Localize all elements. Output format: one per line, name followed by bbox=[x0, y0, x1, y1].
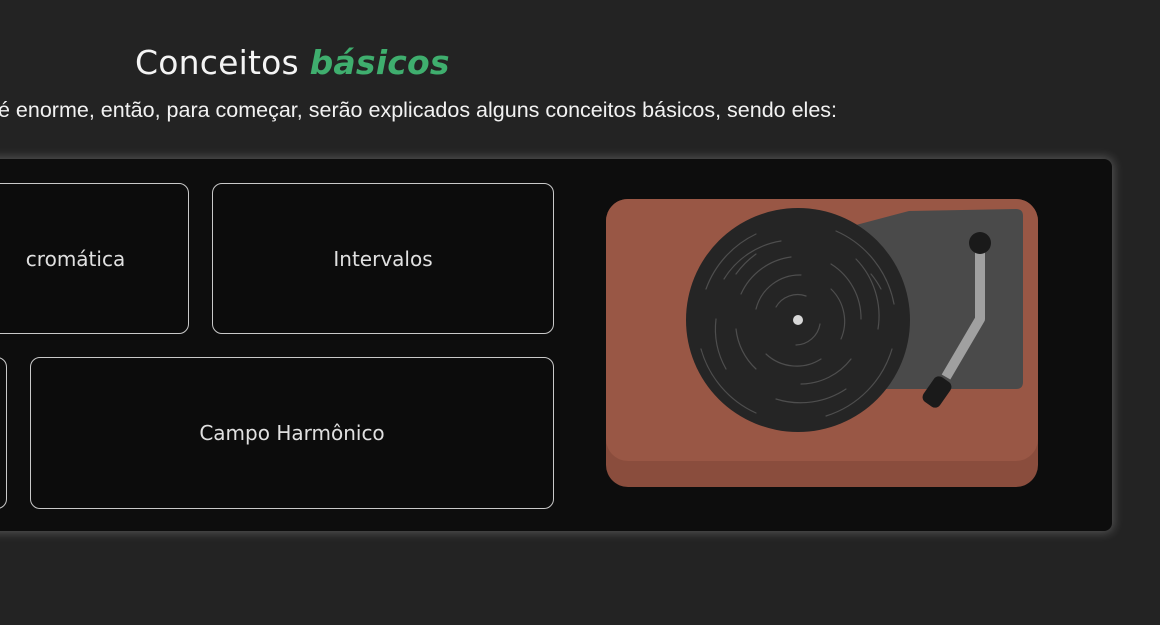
concept-card-hidden-left[interactable] bbox=[0, 357, 7, 509]
record-player-icon bbox=[606, 199, 1038, 487]
concept-card-label: Campo Harmônico bbox=[199, 421, 385, 445]
concept-card-chromatic-scale[interactable]: cromática bbox=[0, 183, 189, 334]
vinyl-spindle bbox=[793, 315, 803, 325]
section-title: Conceitos básicos bbox=[135, 43, 450, 82]
section-title-prefix: Conceitos bbox=[135, 43, 299, 82]
concept-card-harmonic-field[interactable]: Campo Harmônico bbox=[30, 357, 554, 509]
concept-card-label: cromática bbox=[25, 246, 126, 271]
page: Conceitos básicos é enorme, então, para … bbox=[0, 0, 1160, 625]
concept-card-intervals[interactable]: Intervalos bbox=[212, 183, 554, 334]
section-title-accent: básicos bbox=[309, 43, 450, 82]
concept-card-label: Intervalos bbox=[333, 246, 433, 271]
section-intro: é enorme, então, para começar, serão exp… bbox=[0, 98, 837, 122]
tonearm-pivot bbox=[969, 232, 991, 254]
